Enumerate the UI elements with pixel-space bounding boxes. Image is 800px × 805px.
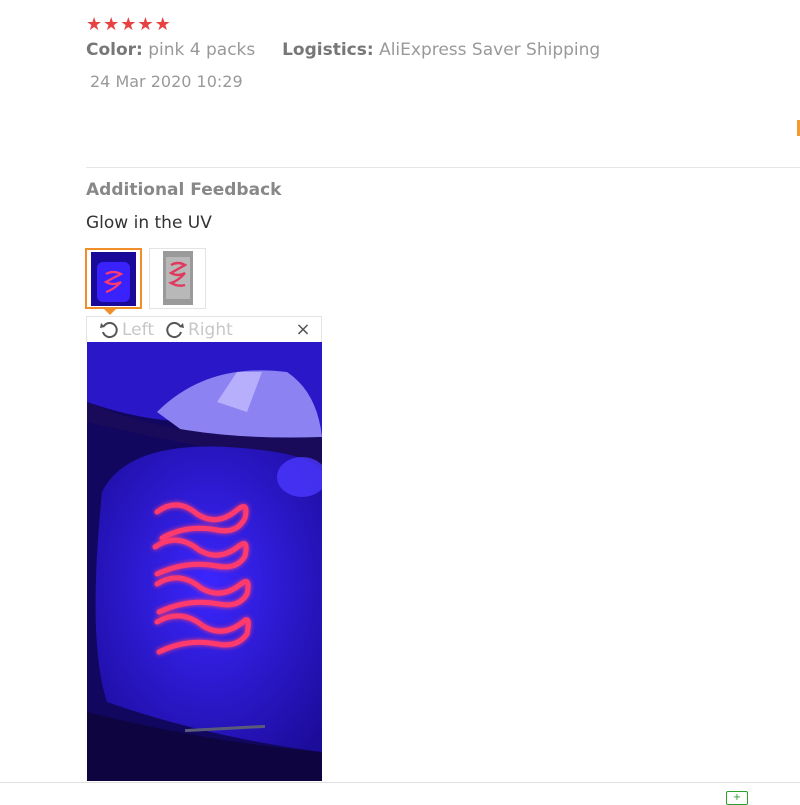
review-photo-enlarged xyxy=(87,342,322,781)
rotate-left-button[interactable]: Left xyxy=(99,317,154,342)
logistics-label: Logistics: xyxy=(282,40,374,60)
star-icon: ★ xyxy=(86,14,103,35)
review-date: 24 Mar 2020 10:29 xyxy=(90,72,243,91)
rotate-right-label: Right xyxy=(188,319,233,340)
bottom-bar xyxy=(0,782,800,801)
rating-stars: ★ ★ ★ ★ ★ xyxy=(86,14,171,36)
review-photo-thumbnail-2[interactable] xyxy=(149,248,206,309)
rotate-right-icon xyxy=(166,321,184,338)
star-icon: ★ xyxy=(137,14,154,35)
product-photo-thumbnail-image xyxy=(162,251,193,305)
additional-feedback-title: Additional Feedback xyxy=(86,180,282,200)
plugin-icon[interactable]: + xyxy=(726,791,748,805)
star-icon: ★ xyxy=(120,14,137,35)
uv-photo-thumbnail-image xyxy=(91,252,136,306)
divider xyxy=(86,167,800,168)
color-label: Color: xyxy=(86,40,143,60)
photo-viewer-toolbar: Left Right × xyxy=(86,316,322,342)
selected-thumbnail-pointer xyxy=(104,309,116,315)
star-icon: ★ xyxy=(154,14,171,35)
rotate-left-label: Left xyxy=(122,319,154,340)
color-value: pink 4 packs xyxy=(148,40,256,60)
additional-feedback-text: Glow in the UV xyxy=(86,213,212,233)
star-icon: ★ xyxy=(103,14,120,35)
rotate-left-icon xyxy=(100,321,118,338)
close-icon[interactable]: × xyxy=(291,317,315,342)
logistics-value: AliExpress Saver Shipping xyxy=(379,40,601,60)
rotate-right-button[interactable]: Right xyxy=(165,317,233,342)
review-meta: Color: pink 4 packs Logistics: AliExpres… xyxy=(86,40,600,60)
review-photo-thumbnail-1[interactable] xyxy=(85,248,142,309)
